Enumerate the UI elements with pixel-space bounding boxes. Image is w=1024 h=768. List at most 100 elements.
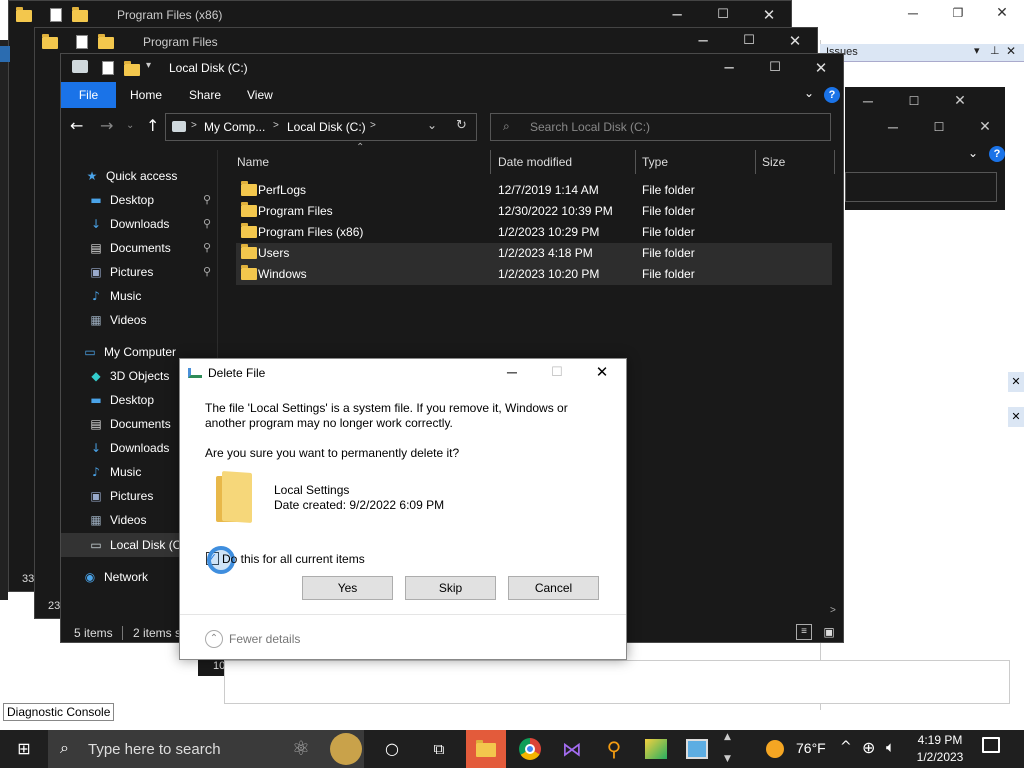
skip-button[interactable]: Skip xyxy=(405,576,496,600)
breadcrumb-my-computer[interactable]: My Comp... xyxy=(204,120,265,134)
diagnostic-console-label[interactable]: Diagnostic Console xyxy=(3,703,115,721)
music-icon: ♪ xyxy=(92,289,100,303)
nav-item-videos-pc[interactable]: ▦ Videos xyxy=(88,508,146,532)
search-input[interactable]: Search Local Disk (C:) xyxy=(530,120,650,134)
nav-item-documents[interactable]: ▤ Documents xyxy=(88,236,170,260)
maximize-button[interactable]: ☐ xyxy=(752,53,798,83)
help-icon[interactable]: ? xyxy=(824,87,840,103)
nav-my-computer[interactable]: ▭ My Computer xyxy=(82,340,176,364)
details-view-icon[interactable]: ≡ xyxy=(796,624,812,640)
breadcrumb-local-disk[interactable]: Local Disk (C:) xyxy=(287,120,366,134)
clock-time[interactable]: 4:19 PM xyxy=(916,733,964,747)
scroll-right-arrow-icon[interactable]: > xyxy=(830,605,836,616)
app-icon-control-panel[interactable] xyxy=(686,739,708,759)
address-dropdown-icon[interactable]: ⌄ xyxy=(427,118,437,132)
taskbar-search-input[interactable]: Type here to search xyxy=(88,741,221,758)
up-arrow-icon[interactable]: ↑ xyxy=(146,116,159,135)
nav-item-local-disk[interactable]: ▭ Local Disk (C xyxy=(88,533,181,557)
right-window-close[interactable]: ✕ xyxy=(980,0,1024,26)
refresh-icon[interactable]: ↻ xyxy=(456,118,467,133)
tab-share[interactable]: Share xyxy=(189,82,221,108)
file-row[interactable]: PerfLogs 12/7/2019 1:14 AM File folder xyxy=(236,180,832,201)
recent-dropdown-icon[interactable]: ⌄ xyxy=(126,120,134,131)
document-icon: ▤ xyxy=(90,241,102,255)
nav-item-desktop-pc[interactable]: ▬ Desktop xyxy=(88,388,154,412)
dark-window-minimize[interactable]: ─ xyxy=(845,88,891,114)
notification-icon[interactable] xyxy=(982,737,1000,753)
right-window-minimize[interactable]: ─ xyxy=(890,0,936,26)
nav-item-music-pc[interactable]: ♪ Music xyxy=(88,460,141,484)
nav-network[interactable]: ◉ Network xyxy=(82,565,148,589)
minimize-button[interactable]: ─ xyxy=(706,53,752,83)
dialog-close-button[interactable]: ✕ xyxy=(590,361,614,383)
chrome-icon[interactable] xyxy=(519,738,541,760)
back-window-status-count: 33 xyxy=(22,573,35,585)
nav-quick-access[interactable]: ★ Quick access xyxy=(84,164,178,188)
nav-item-videos[interactable]: ▦ Videos xyxy=(88,308,146,332)
file-row[interactable]: Program Files 12/30/2022 10:39 PM File f… xyxy=(236,201,832,222)
search-tool-icon[interactable]: ⚲ xyxy=(598,730,630,768)
task-view-icon[interactable]: ⧉ xyxy=(420,730,458,768)
taskbar-scroll-up-icon[interactable]: ▲ xyxy=(724,732,731,742)
chevron-up-icon[interactable]: ⌃ xyxy=(205,630,223,648)
maximize-button[interactable]: ☐ xyxy=(726,26,772,56)
file-row[interactable]: Users 1/2/2023 4:18 PM File folder xyxy=(236,243,832,264)
app-icon-yellow[interactable] xyxy=(645,739,667,759)
yes-button[interactable]: Yes xyxy=(302,576,393,600)
tab-file[interactable]: File xyxy=(61,82,116,108)
assistant-avatar-icon[interactable] xyxy=(330,733,362,765)
nav-item-downloads-pc[interactable]: ↓ Downloads xyxy=(88,436,169,460)
close-button[interactable]: ✕ xyxy=(772,26,818,56)
dialog-minimize-button[interactable]: ─ xyxy=(500,361,524,383)
network-icon[interactable]: ⊕ xyxy=(862,738,875,757)
clock-date[interactable]: 1/2/2023 xyxy=(912,750,968,764)
fewer-details-link[interactable]: Fewer details xyxy=(229,632,300,646)
column-date-modified[interactable]: Date modified xyxy=(498,150,572,174)
start-button[interactable]: ⊞ xyxy=(0,730,48,768)
dark-window-maximize-2[interactable]: ☐ xyxy=(916,114,962,140)
cancel-button[interactable]: Cancel xyxy=(508,576,599,600)
chevron-down-icon[interactable]: ⌄ xyxy=(968,146,978,160)
help-icon[interactable]: ? xyxy=(989,146,1005,162)
checkmark-icon xyxy=(76,34,88,49)
all-items-checkbox-label[interactable]: Do this for all current items xyxy=(222,552,365,566)
chevron-down-icon[interactable]: ▾ xyxy=(146,60,151,71)
column-type[interactable]: Type xyxy=(642,150,668,174)
pin-icon[interactable]: ⊥ xyxy=(990,44,1000,57)
weather-temp[interactable]: 76°F xyxy=(796,740,826,756)
minimize-button[interactable]: ─ xyxy=(680,26,726,56)
close-icon[interactable]: ✕ xyxy=(1006,44,1016,58)
nav-item-music[interactable]: ♪ Music xyxy=(88,284,141,308)
taskbar-scroll-down-icon[interactable]: ▼ xyxy=(724,754,731,764)
file-row[interactable]: Windows 1/2/2023 10:20 PM File folder xyxy=(236,264,832,285)
forward-arrow-icon[interactable]: → xyxy=(100,116,113,135)
dark-window-minimize-2[interactable]: ─ xyxy=(870,114,916,140)
cortana-icon[interactable]: ○ xyxy=(374,730,410,768)
tray-chevron-icon[interactable]: ^ xyxy=(840,739,852,755)
tab-home[interactable]: Home xyxy=(130,82,162,108)
column-size[interactable]: Size xyxy=(762,150,785,174)
nav-item-desktop[interactable]: ▬ Desktop xyxy=(88,188,154,212)
right-window-restore[interactable]: ❐ xyxy=(935,0,981,26)
nav-item-downloads[interactable]: ↓ Downloads xyxy=(88,212,169,236)
nav-item-pictures-pc[interactable]: ▣ Pictures xyxy=(88,484,153,508)
dialog-question: Are you sure you want to permanently del… xyxy=(205,446,460,460)
nav-item-pictures[interactable]: ▣ Pictures xyxy=(88,260,153,284)
back-arrow-icon[interactable]: ← xyxy=(70,116,83,135)
dialog-footer-divider xyxy=(180,614,626,615)
visual-studio-icon[interactable]: ⋈ xyxy=(556,730,588,768)
file-row[interactable]: Program Files (x86) 1/2/2023 10:29 PM Fi… xyxy=(236,222,832,243)
pane-dropdown-icon[interactable]: ▾ xyxy=(974,44,980,57)
nav-item-documents-pc[interactable]: ▤ Documents xyxy=(88,412,170,436)
ribbon-expand-icon[interactable]: ⌄ xyxy=(804,86,814,100)
large-icons-view-icon[interactable]: ▣ xyxy=(820,624,838,640)
dark-window-maximize[interactable]: ☐ xyxy=(891,88,937,114)
dark-window-close[interactable]: ✕ xyxy=(937,88,983,114)
search-icon: ⌕ xyxy=(503,119,510,133)
close-button[interactable]: ✕ xyxy=(798,53,844,83)
volume-icon[interactable]: 🔈︎ xyxy=(886,738,895,756)
nav-item-3d-objects[interactable]: ◆ 3D Objects xyxy=(88,364,169,388)
tab-view[interactable]: View xyxy=(247,82,273,108)
dark-window-close-2[interactable]: ✕ xyxy=(962,114,1008,140)
column-name[interactable]: Name xyxy=(237,150,269,174)
